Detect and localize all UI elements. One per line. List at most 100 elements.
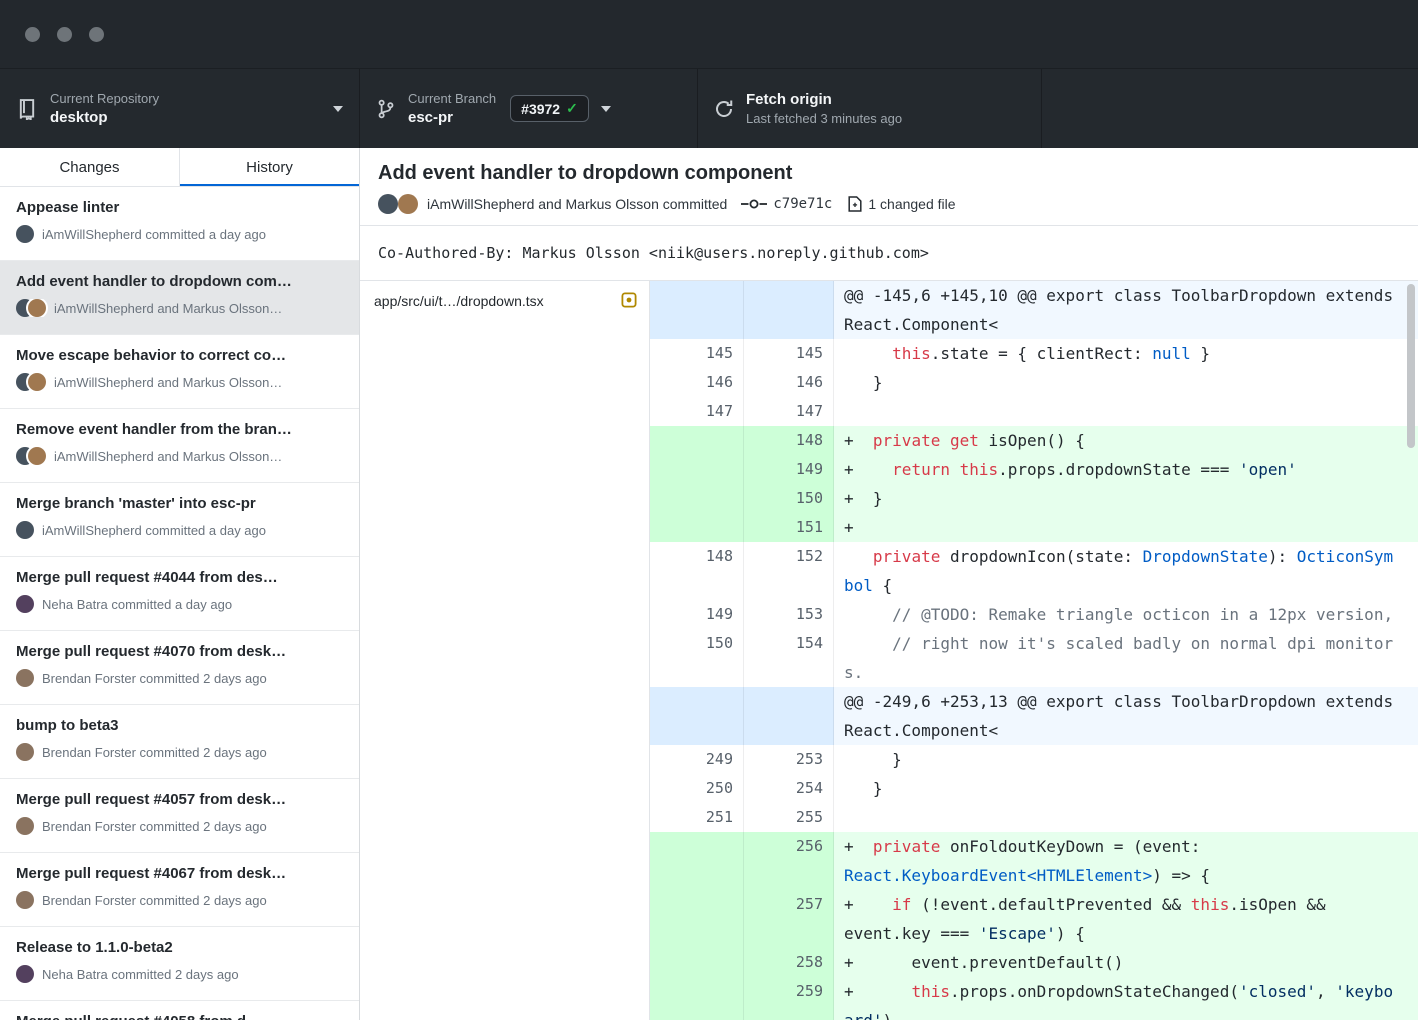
avatar (16, 817, 34, 835)
commit-list-item[interactable]: Merge pull request #4044 from des…Neha B… (0, 557, 359, 631)
fetch-title: Fetch origin (746, 91, 902, 109)
diff-row: 150154 // right now it's scaled badly on… (650, 629, 1418, 687)
tab-history[interactable]: History (179, 148, 359, 186)
commit-list-item[interactable]: Merge pull request #4067 from desk…Brend… (0, 853, 359, 927)
git-branch-icon (376, 98, 396, 120)
diff-code-line: + (834, 513, 1418, 542)
diff-code-line: + return this.props.dropdownState === 'o… (834, 455, 1418, 484)
commit-sha: c79e71c (773, 194, 832, 214)
diff-gutter-old (650, 977, 744, 1020)
commit-list-item[interactable]: Add event handler to dropdown com… iAmWil… (0, 261, 359, 335)
sync-icon (714, 99, 734, 119)
scrollbar-thumb[interactable] (1407, 284, 1415, 448)
diff-gutter-new (744, 687, 834, 745)
diff-row: 146146 } (650, 368, 1418, 397)
commit-list-item[interactable]: Merge pull request #4057 from desk… Brend… (0, 779, 359, 853)
commit-meta: iAmWillShepherd and Markus Olsson… (16, 447, 343, 465)
diff-gutter-old (650, 948, 744, 977)
fetch-origin-button[interactable]: Fetch origin Last fetched 3 minutes ago (698, 69, 1042, 148)
diff-gutter-new: 146 (744, 368, 834, 397)
diff-gutter-new: 257 (744, 890, 834, 948)
avatar (16, 225, 34, 243)
diff-gutter-old: 250 (650, 774, 744, 803)
diff-rows: @@ -145,6 +145,10 @@ export class Toolba… (650, 281, 1418, 1020)
commit-list-item[interactable]: Release to 1.1.0-beta2 Neha Batra committ… (0, 927, 359, 1001)
diff-hunk-row: @@ -249,6 +253,13 @@ export class Toolba… (650, 687, 1418, 745)
commit-title: Merge branch 'master' into esc-pr (16, 494, 343, 513)
diff-gutter-old (650, 832, 744, 890)
coauthor-line: Co-Authored-By: Markus Olsson <niik@user… (360, 226, 1418, 281)
commit-meta: Brendan Forster committed 2 days ago (16, 669, 343, 687)
chevron-down-icon (601, 106, 611, 112)
avatar (378, 194, 398, 214)
commit-list-item[interactable]: Merge pull request #4070 from desk…Brend… (0, 631, 359, 705)
diff-code-line: + if (!event.defaultPrevented && this.is… (834, 890, 1418, 948)
commit-title: Move escape behavior to correct co… (16, 346, 343, 365)
diff-gutter-new: 147 (744, 397, 834, 426)
commit-title: Merge pull request #4057 from desk… (16, 790, 343, 809)
diff-gutter-new: 253 (744, 745, 834, 774)
diff-row: 258+ event.preventDefault() (650, 948, 1418, 977)
diff-row: 250254 } (650, 774, 1418, 803)
diff-gutter-new: 256 (744, 832, 834, 890)
commit-title: Add event handler to dropdown com… (16, 272, 343, 291)
diff-gutter-old (650, 281, 744, 339)
diff-gutter-old: 149 (650, 600, 744, 629)
diff-code-line: + private onFoldoutKeyDown = (event: Rea… (834, 832, 1418, 890)
zoom-window-button[interactable] (89, 27, 104, 42)
chevron-down-icon (333, 106, 343, 112)
diff-gutter-old (650, 513, 744, 542)
diff-gutter-new: 254 (744, 774, 834, 803)
commit-meta: Neha Batra committed 2 days ago (16, 965, 343, 983)
repository-label: Current Repository (50, 91, 159, 107)
diff-code-line: + } (834, 484, 1418, 513)
diff-row: 149+ return this.props.dropdownState ===… (650, 455, 1418, 484)
repository-name: desktop (50, 109, 159, 127)
commit-title: Merge pull request #4067 from desk… (16, 864, 343, 883)
diff-code-line: } (834, 745, 1418, 774)
commit-summary-title: Add event handler to dropdown component (378, 161, 1400, 185)
diff-gutter-new: 150 (744, 484, 834, 513)
avatar (16, 595, 34, 613)
commit-title: Merge pull request #4058 from d… (16, 1012, 343, 1020)
file-list-item[interactable]: app/src/ui/t…/dropdown.tsx (360, 281, 649, 321)
commit-list-item[interactable]: Remove event handler from the bran… iAmWi… (0, 409, 359, 483)
commit-title: Release to 1.1.0-beta2 (16, 938, 343, 957)
diff-gutter-old: 249 (650, 745, 744, 774)
commit-meta: iAmWillShepherd and Markus Olsson… (16, 299, 343, 317)
commit-list-item[interactable]: bump to beta3Brendan Forster committed 2… (0, 705, 359, 779)
commit-detail-pane: Add event handler to dropdown component … (360, 148, 1418, 1020)
commit-list-item[interactable]: Move escape behavior to correct co…iAmWi… (0, 335, 359, 409)
check-icon: ✓ (566, 100, 578, 117)
diff-code-line: @@ -145,6 +145,10 @@ export class Toolba… (834, 281, 1418, 339)
diff-row: 148152 private dropdownIcon(state: Dropd… (650, 542, 1418, 600)
fetch-subtitle: Last fetched 3 minutes ago (746, 111, 902, 127)
branch-switcher-button[interactable]: Current Branch esc-pr #3972 ✓ (360, 69, 698, 148)
diff-code-line: // @TODO: Remake triangle octicon in a 1… (834, 600, 1418, 629)
repository-switcher-button[interactable]: Current Repository desktop (0, 69, 360, 148)
commit-meta: Brendan Forster committed 2 days ago (16, 743, 343, 761)
tab-changes[interactable]: Changes (0, 148, 179, 186)
repo-book-icon (16, 98, 38, 120)
commit-list-item[interactable]: Merge pull request #4058 from d… (0, 1001, 359, 1020)
changed-files-count: 1 changed file (868, 194, 955, 214)
diff-code-line: this.state = { clientRect: null } (834, 339, 1418, 368)
commit-list-item[interactable]: Merge branch 'master' into esc-priAmWill… (0, 483, 359, 557)
diff-row: 257+ if (!event.defaultPrevented && this… (650, 890, 1418, 948)
diff-code-line (834, 803, 1418, 832)
diff-gutter-new: 154 (744, 629, 834, 687)
commit-list-item[interactable]: Appease linteriAmWillShepherd committed … (0, 187, 359, 261)
diff-code-line: private dropdownIcon(state: DropdownStat… (834, 542, 1418, 600)
diff-gutter-new: 255 (744, 803, 834, 832)
diff-row: 147147 (650, 397, 1418, 426)
close-window-button[interactable] (25, 27, 40, 42)
commit-title: Remove event handler from the bran… (16, 420, 343, 439)
diff-gutter-new: 258 (744, 948, 834, 977)
avatar (16, 669, 34, 687)
avatar (28, 373, 46, 391)
diff-gutter-new: 153 (744, 600, 834, 629)
minimize-window-button[interactable] (57, 27, 72, 42)
diff-gutter-new: 148 (744, 426, 834, 455)
diff-gutter-old: 251 (650, 803, 744, 832)
commit-meta: Brendan Forster committed 2 days ago (16, 817, 343, 835)
